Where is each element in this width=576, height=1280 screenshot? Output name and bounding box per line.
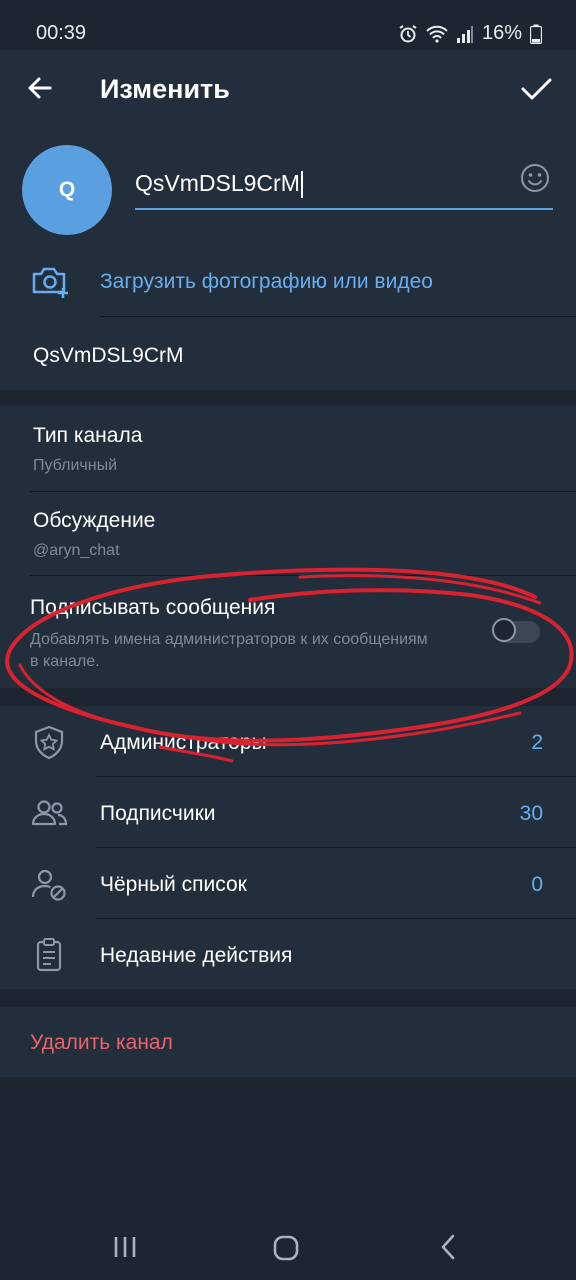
blacklist-label: Чёрный список xyxy=(100,873,247,896)
divider xyxy=(30,491,576,492)
signal-icon xyxy=(456,25,473,43)
recent-actions-label: Недавние действия xyxy=(100,944,293,967)
delete-channel-button[interactable]: Удалить канал xyxy=(30,1031,173,1055)
delete-section: Удалить канал xyxy=(0,1007,576,1077)
recent-actions-icon xyxy=(36,938,62,972)
channel-settings-section: Тип канала Публичный Обсуждение @aryn_ch… xyxy=(0,406,576,688)
page-title: Изменить xyxy=(100,74,230,104)
admin-shield-icon xyxy=(34,725,64,760)
discussion-value: @aryn_chat xyxy=(33,542,120,559)
divider xyxy=(100,316,576,317)
divider xyxy=(96,918,576,919)
back-arrow-icon[interactable] xyxy=(20,68,60,108)
subscribers-icon xyxy=(31,800,68,826)
channel-description-field[interactable]: QsVmDSL9CrM xyxy=(33,344,184,368)
status-bar: 00:39 16% xyxy=(0,0,576,50)
channel-type-value: Публичный xyxy=(33,457,118,474)
upload-photo-button[interactable]: Загрузить фотографию или видео xyxy=(100,270,433,294)
checkmark-icon[interactable] xyxy=(516,68,556,108)
emoji-icon[interactable] xyxy=(519,162,551,194)
divider xyxy=(30,575,576,576)
subscribers-label: Подписчики xyxy=(100,802,216,825)
administrators-label: Администраторы xyxy=(100,731,267,754)
discussion-title: Обсуждение xyxy=(33,509,156,532)
toggle-knob xyxy=(492,618,516,642)
blacklist-count: 0 xyxy=(531,873,543,896)
alarm-icon xyxy=(399,24,417,42)
app-bar: Изменить xyxy=(0,50,576,128)
divider xyxy=(96,847,576,848)
status-time: 00:39 xyxy=(36,22,87,44)
subscribers-count: 30 xyxy=(519,802,543,825)
battery-percent: 16% xyxy=(481,22,522,44)
channel-name-input[interactable]: QsVmDSL9CrM xyxy=(135,170,553,210)
nav-back-icon[interactable] xyxy=(438,1234,458,1260)
divider xyxy=(96,776,576,777)
blocked-user-icon xyxy=(31,869,66,901)
sign-messages-toggle[interactable] xyxy=(492,618,540,643)
avatar[interactable]: Q xyxy=(22,145,112,235)
status-icons: 16% xyxy=(398,22,542,45)
profile-section: Q QsVmDSL9CrM Загрузить фотографию или в… xyxy=(0,128,576,390)
sign-messages-description: Добавлять имена администраторов к их соо… xyxy=(30,631,428,670)
administrators-count: 2 xyxy=(531,731,543,754)
home-icon[interactable] xyxy=(272,1234,300,1262)
text-caret xyxy=(300,171,303,199)
management-section: Администраторы 2 Подписчики 30 Чёрный сп… xyxy=(0,706,576,989)
recent-apps-icon[interactable] xyxy=(112,1236,138,1258)
channel-name-value: QsVmDSL9CrM xyxy=(135,170,300,196)
channel-type-title: Тип канала xyxy=(33,424,143,447)
camera-add-icon[interactable] xyxy=(30,264,70,300)
system-navigation-bar xyxy=(0,1210,576,1280)
battery-icon xyxy=(530,24,542,44)
sign-messages-title: Подписывать сообщения xyxy=(30,596,276,619)
wifi-icon xyxy=(426,25,448,43)
